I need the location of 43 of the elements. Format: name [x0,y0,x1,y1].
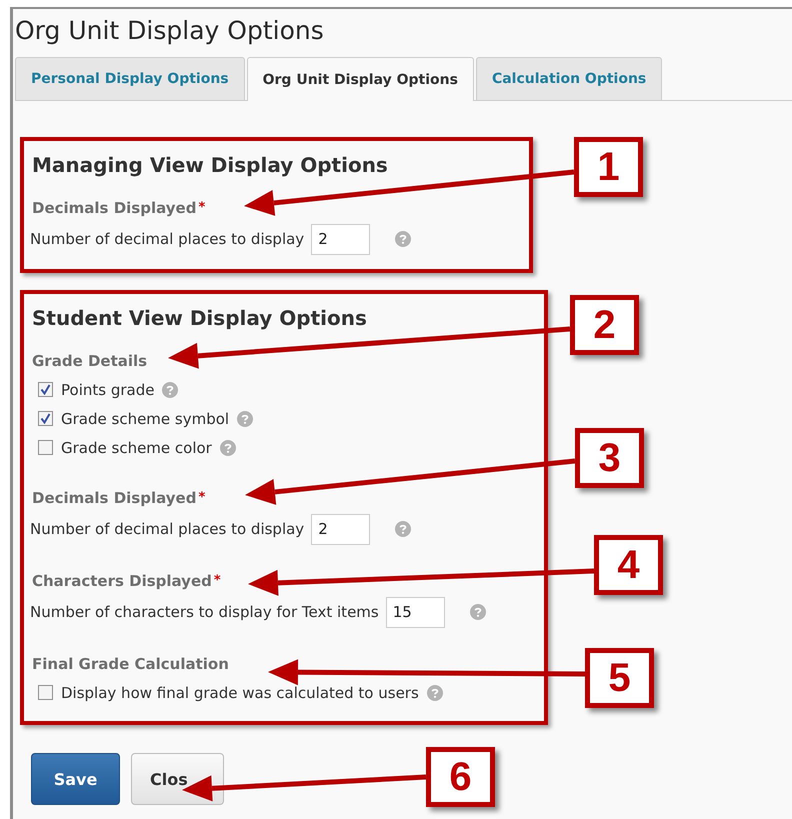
callout-number: 2 [570,295,639,355]
field-prompt: Number of decimal places to display [30,230,304,248]
tab[interactable]: Calculation Options [476,57,662,100]
input-field[interactable]: 2 [311,224,370,254]
help-icon[interactable] [426,684,443,700]
callout-number: 3 [575,428,644,488]
save-button[interactable]: Save [31,753,120,805]
field-label: Grade Details [32,351,148,371]
required-marker: * [214,572,221,590]
checkbox-label: Grade scheme symbol [61,410,230,428]
field-prompt: Number of characters to display for Text items [30,603,379,621]
required-marker: * [198,199,206,217]
field-label: Decimals Displayed [32,488,196,508]
checkbox-label: Points grade [61,380,154,398]
field-label: Decimals Displayed [32,198,196,218]
help-icon[interactable] [162,382,178,398]
checkbox[interactable] [38,382,53,397]
callout-number: 5 [585,648,654,708]
help-icon[interactable] [220,440,236,456]
section-heading: Managing View Display Options [32,152,389,179]
callout-number: 1 [574,137,643,197]
field-label: Final Grade Calculation [32,654,229,674]
help-icon[interactable] [470,604,486,620]
close-button[interactable]: Clos [131,753,224,805]
field-label: Characters Displayed [32,571,212,591]
help-icon[interactable] [395,231,412,247]
checkbox-label: Grade scheme color [61,438,212,456]
input-field[interactable]: 15 [386,596,445,628]
checkbox-label: Display how final grade was calculated to users [61,684,419,702]
help-icon[interactable] [395,521,412,537]
checkbox[interactable] [38,411,53,426]
callout-number: 4 [594,535,663,595]
checkbox[interactable] [38,440,53,455]
page-title: Org Unit Display Options [15,15,325,47]
tab[interactable]: Personal Display Options [15,57,245,100]
section-heading: Student View Display Options [32,305,368,332]
required-marker: * [198,489,206,507]
checkbox[interactable] [38,685,53,700]
help-icon[interactable] [237,410,254,426]
tab[interactable]: Org Unit Display Options [246,57,474,101]
callout-number: 6 [426,747,495,807]
field-prompt: Number of decimal places to display [30,520,304,538]
input-field[interactable]: 2 [311,514,370,544]
